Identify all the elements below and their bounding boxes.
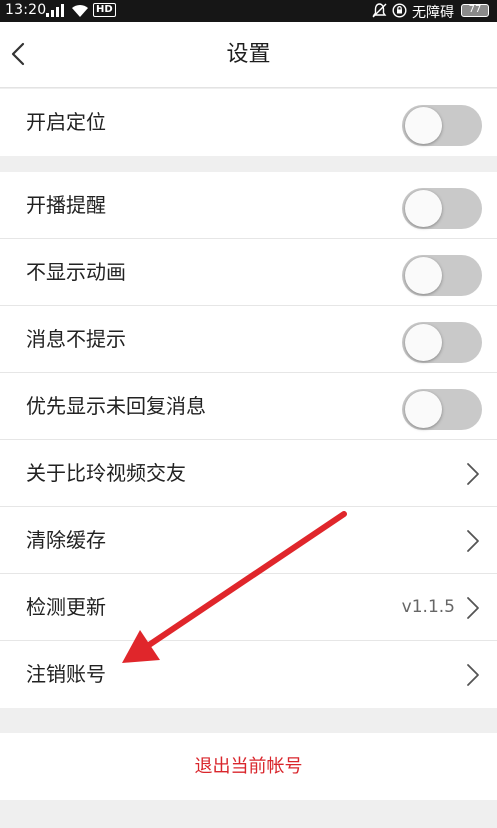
setting-label: 注销账号 <box>26 662 106 686</box>
chevron-right-icon <box>467 664 479 686</box>
toggle-location[interactable] <box>402 105 482 146</box>
logout-button[interactable]: 退出当前帐号 <box>0 733 497 800</box>
signal-icon <box>46 4 64 17</box>
chevron-right-icon <box>467 463 479 485</box>
setting-row-live-reminder: 开播提醒 <box>0 172 497 239</box>
hd-badge: HD <box>93 3 116 17</box>
toggle-unreplied-first[interactable] <box>402 389 482 430</box>
setting-label: 消息不提示 <box>26 327 126 351</box>
setting-row-hide-animation: 不显示动画 <box>0 239 497 306</box>
version-value: v1.1.5 <box>401 597 455 617</box>
setting-label: 清除缓存 <box>26 528 106 552</box>
settings-group-main: 开播提醒 不显示动画 消息不提示 优先显示未回复消息 关于比玲视频交友 清除缓存… <box>0 172 497 708</box>
setting-label: 开启定位 <box>26 110 106 134</box>
setting-label: 优先显示未回复消息 <box>26 394 206 418</box>
setting-row-unreplied-first: 优先显示未回复消息 <box>0 373 497 440</box>
toggle-knob <box>405 257 442 294</box>
toggle-hide-animation[interactable] <box>402 255 482 296</box>
notification-off-icon <box>372 3 387 18</box>
chevron-right-icon <box>467 597 479 619</box>
toggle-knob <box>405 324 442 361</box>
setting-label: 不显示动画 <box>26 260 126 284</box>
setting-label: 检测更新 <box>26 595 106 619</box>
back-button[interactable] <box>4 36 32 72</box>
toggle-mute-messages[interactable] <box>402 322 482 363</box>
battery-icon: 77 <box>461 4 489 17</box>
setting-row-location: 开启定位 <box>0 89 497 156</box>
setting-row-delete-account[interactable]: 注销账号 <box>0 641 497 708</box>
setting-label: 开播提醒 <box>26 193 106 217</box>
setting-row-clear-cache[interactable]: 清除缓存 <box>0 507 497 574</box>
setting-row-about[interactable]: 关于比玲视频交友 <box>0 440 497 507</box>
setting-row-mute-messages: 消息不提示 <box>0 306 497 373</box>
status-time: 13:20 <box>5 2 47 18</box>
chevron-left-icon <box>11 42 25 66</box>
chevron-right-icon <box>467 530 479 552</box>
wifi-icon <box>72 4 88 17</box>
settings-group-location: 开启定位 <box>0 89 497 156</box>
page-title: 设置 <box>226 42 271 67</box>
page-header: 设置 <box>0 22 497 88</box>
carrier-label: 无障碍 <box>412 5 454 21</box>
toggle-knob <box>405 391 442 428</box>
toggle-knob <box>405 107 442 144</box>
setting-label: 关于比玲视频交友 <box>26 461 186 485</box>
setting-row-check-update[interactable]: 检测更新 v1.1.5 <box>0 574 497 641</box>
toggle-live-reminder[interactable] <box>402 188 482 229</box>
status-bar: 13:20 HD 无障碍 77 <box>0 0 497 22</box>
toggle-knob <box>405 190 442 227</box>
lock-rotation-icon <box>392 3 407 18</box>
